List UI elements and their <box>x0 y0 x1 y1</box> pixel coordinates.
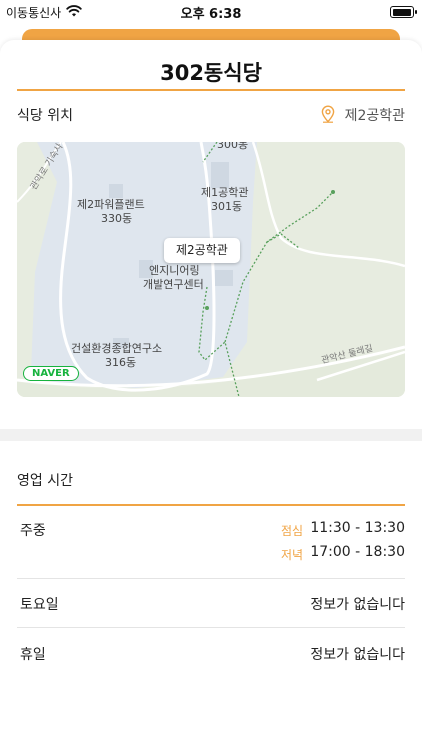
location-pin-icon <box>321 105 335 123</box>
saturday-value: 정보가 없습니다 <box>310 597 405 613</box>
dinner-label: 저녁 <box>281 548 304 562</box>
map-label-bldg-301-name: 제1공학관 <box>201 186 249 199</box>
dinner-time: 17:00 - 18:30 <box>310 544 405 560</box>
lunch-time: 11:30 - 13:30 <box>310 520 405 536</box>
hours-divider <box>17 504 405 506</box>
status-bar: 이동통신사 오후 6:38 <box>0 0 422 24</box>
map-label-bldg-300: 300동 <box>217 142 249 151</box>
map-label-bldg-316-num: 316동 <box>105 356 137 369</box>
row-divider <box>17 578 405 579</box>
lunch-label: 점심 <box>281 524 304 538</box>
location-label: 식당 위치 <box>17 108 73 124</box>
title-divider <box>17 89 405 91</box>
holiday-value: 정보가 없습니다 <box>310 647 405 663</box>
map-label-bldg-330-num: 330동 <box>101 212 133 225</box>
location-value[interactable]: 제2공학관 <box>345 105 405 125</box>
page-title: 302동식당 <box>160 61 262 85</box>
hours-heading: 영업 시간 <box>17 473 73 489</box>
naver-logo[interactable]: NAVER <box>23 366 79 381</box>
section-divider <box>0 429 422 441</box>
battery-icon <box>390 6 417 18</box>
location-map[interactable]: 300동 제2파워플랜트 330동 제1공학관 301동 엔지니어링 개발연구센… <box>17 142 405 397</box>
row-divider <box>17 627 405 628</box>
map-label-bldg-316-name: 건설환경종합연구소 <box>71 342 163 355</box>
weekday-label: 주중 <box>20 523 46 539</box>
map-label-bldg-330-name: 제2파워플랜트 <box>77 198 145 211</box>
map-label-engineering-center-2: 개발연구센터 <box>143 278 204 291</box>
battery-level <box>392 8 411 16</box>
holiday-label: 휴일 <box>20 647 46 663</box>
clock: 오후 6:38 <box>180 7 242 22</box>
map-label-bldg-301-num: 301동 <box>211 200 243 213</box>
saturday-label: 토요일 <box>20 597 59 613</box>
map-label-engineering-center-1: 엔지니어링 <box>149 264 200 277</box>
map-marker-label[interactable]: 제2공학관 <box>164 238 240 263</box>
